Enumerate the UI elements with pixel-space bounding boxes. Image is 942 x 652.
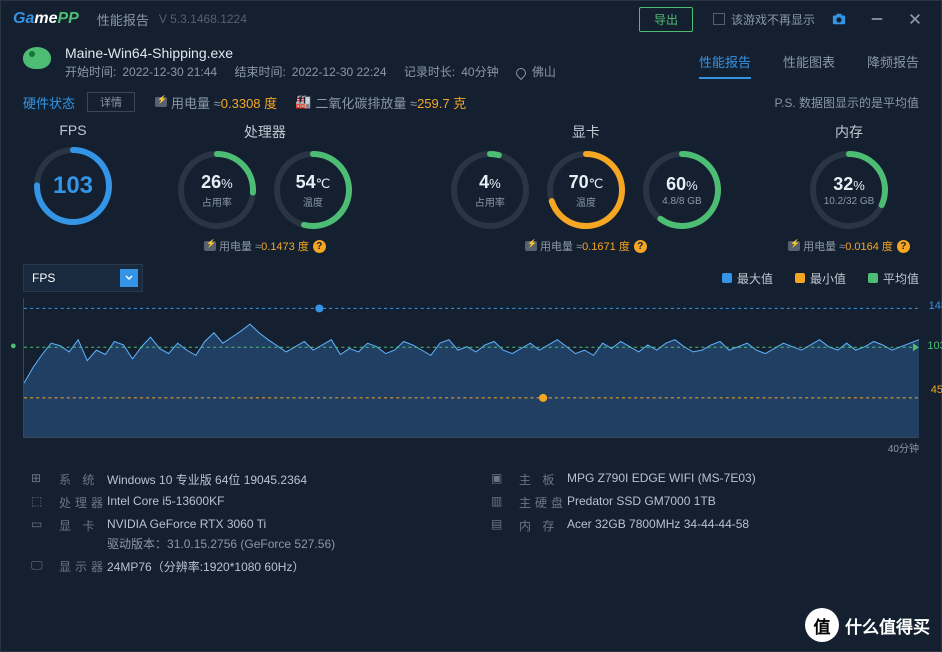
minimize-icon[interactable] xyxy=(863,5,891,33)
fps-gauge: 103 xyxy=(31,144,115,228)
chart-xlabel: 40分钟 xyxy=(23,440,919,455)
ps-note: P.S. 数据图显示的是平均值 xyxy=(775,94,919,111)
power-icon xyxy=(155,97,167,107)
power-icon xyxy=(525,241,537,251)
tab-throttle-report[interactable]: 降频报告 xyxy=(867,46,919,79)
min-label: 45 xyxy=(931,384,942,396)
max-label: 148 xyxy=(929,300,942,312)
gpu-title: 显卡 xyxy=(572,122,600,142)
memory-icon: ▤ xyxy=(491,517,511,531)
tab-performance-report[interactable]: 性能报告 xyxy=(699,46,751,79)
tabs: 性能报告 性能图表 降频报告 xyxy=(699,46,919,79)
co2-icon: 🏭 xyxy=(295,94,311,110)
sys-os: ⊞系 统Windows 10 专业版 64位 19045.2364 xyxy=(31,471,451,488)
chart-select[interactable]: FPS xyxy=(23,264,143,292)
sys-mb: ▣主 板MPG Z790I EDGE WIFI (MS-7E03) xyxy=(491,471,911,488)
close-icon[interactable] xyxy=(901,5,929,33)
chart-legend: 最大值 最小值 平均值 xyxy=(722,270,919,287)
chart-section: FPS 最大值 最小值 平均值 148 103.28 45 ● 40分钟 xyxy=(1,256,941,455)
mem-power: 用电量 ≈ 0.0164 度? xyxy=(788,238,910,254)
gpu-temp-gauge: 70℃温度 xyxy=(544,148,628,232)
sysinfo: ⊞系 统Windows 10 专业版 64位 19045.2364 ▣主 板MP… xyxy=(1,455,941,591)
avg-dot: ● xyxy=(10,340,17,352)
status-row: 硬件状态 详情 用电量 ≈ 0.3308 度 🏭二氧化碳排放量 ≈ 259.7 … xyxy=(1,84,941,116)
sys-gpu: ▭显 卡NVIDIA GeForce RTX 3060 Ti驱动版本：31.0.… xyxy=(31,517,451,552)
sys-mem: ▤内 存Acer 32GB 7800MHz 34-44-44-58 xyxy=(491,517,911,552)
app-version: V 5.3.1468.1224 xyxy=(159,12,247,26)
header: Maine-Win64-Shipping.exe 开始时间:2022-12-30… xyxy=(1,37,941,84)
camera-icon[interactable] xyxy=(825,5,853,33)
titlebar: GamePP 性能报告 V 5.3.1468.1224 导出 该游戏不再显示 xyxy=(1,1,941,37)
watermark: 值 什么值得买 xyxy=(805,608,930,642)
location-icon xyxy=(514,66,528,80)
gauges: FPS 103 处理器 26%占用率 54℃温度 用电量 ≈ 0.1473 度? xyxy=(1,116,941,256)
hw-status-label: 硬件状态 xyxy=(23,93,75,112)
gpu-usage-gauge: 4%占用率 xyxy=(448,148,532,232)
co2-stat: 🏭二氧化碳排放量 ≈ 259.7 克 xyxy=(295,93,466,112)
power-icon xyxy=(788,241,800,251)
tab-performance-chart[interactable]: 性能图表 xyxy=(783,46,835,79)
os-icon: ⊞ xyxy=(31,471,51,485)
monitor-icon: 🖵 xyxy=(31,558,51,573)
export-button[interactable]: 导出 xyxy=(639,7,693,32)
game-meta: 开始时间:2022-12-30 21:44 结束时间:2022-12-30 22… xyxy=(65,63,699,80)
mem-gauge: 32%10.2/32 GB xyxy=(807,148,891,232)
avg-label: 103.28 xyxy=(927,340,942,352)
fps-title: FPS xyxy=(59,122,86,138)
game-icon xyxy=(23,47,55,79)
chevron-down-icon xyxy=(120,269,138,287)
cpu-usage-gauge: 26%占用率 xyxy=(175,148,259,232)
ssd-icon: ▥ xyxy=(491,494,511,508)
help-icon[interactable]: ? xyxy=(634,240,647,253)
fps-chart: 148 103.28 45 ● xyxy=(23,298,919,438)
detail-button[interactable]: 详情 xyxy=(87,92,135,112)
sys-ssd: ▥主硬盘Predator SSD GM7000 1TB xyxy=(491,494,911,511)
mem-title: 内存 xyxy=(835,122,863,142)
cpu-title: 处理器 xyxy=(244,122,286,142)
cpu-power: 用电量 ≈ 0.1473 度? xyxy=(204,238,326,254)
vram-gauge: 60%4.8/8 GB xyxy=(640,148,724,232)
power-icon xyxy=(204,241,216,251)
help-icon[interactable]: ? xyxy=(313,240,326,253)
sys-monitor: 🖵显示器24MP76（分辨率:1920*1080 60Hz） xyxy=(31,558,451,575)
motherboard-icon: ▣ xyxy=(491,471,511,485)
sys-cpu: ⬚处理器Intel Core i5-13600KF xyxy=(31,494,451,511)
power-stat: 用电量 ≈ 0.3308 度 xyxy=(155,93,277,112)
gpu-power: 用电量 ≈ 0.1671 度? xyxy=(525,238,647,254)
help-icon[interactable]: ? xyxy=(897,240,910,253)
app-title: 性能报告 xyxy=(97,10,149,29)
no-show-checkbox[interactable]: 该游戏不再显示 xyxy=(713,11,815,28)
cpu-temp-gauge: 54℃温度 xyxy=(271,148,355,232)
app-logo: GamePP xyxy=(13,10,79,28)
game-exe: Maine-Win64-Shipping.exe xyxy=(65,45,699,61)
gpu-icon: ▭ xyxy=(31,517,51,531)
cpu-icon: ⬚ xyxy=(31,494,51,508)
